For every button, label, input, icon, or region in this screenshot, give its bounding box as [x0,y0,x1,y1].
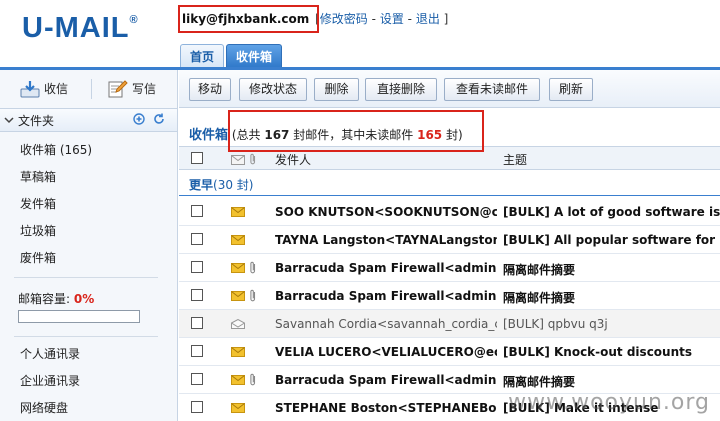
receive-icon [20,81,40,98]
refresh-button[interactable]: 刷新 [549,78,593,101]
change-password-link[interactable]: 修改密码 [320,12,368,26]
column-subject[interactable]: 主题 [503,151,527,168]
unread-envelope-icon [231,263,245,273]
table-row[interactable]: TAYNA Langston<TAYNALangston@ferguson [BU… [179,226,720,254]
paperclip-icon [250,373,256,386]
row-subject[interactable]: [BULK] A lot of good software is in diff… [503,205,720,219]
tab-home[interactable]: 首页 [180,44,225,68]
folder-junk[interactable]: 垃圾箱 [20,221,92,248]
row-checkbox[interactable] [191,345,203,357]
compose-icon [108,80,128,98]
folder-inbox[interactable]: 收件箱 (165) [20,140,92,167]
row-sender[interactable]: Barracuda Spam Firewall<admin@fuzhou [275,261,497,275]
table-row[interactable]: SOO KNUTSON<SOOKNUTSON@cavteleco [BULK] A… [179,198,720,226]
company-contacts-link[interactable]: 企业通讯录 [20,371,80,398]
table-row[interactable]: VELIA LUCERO<VELIALUCERO@eckellsparks [BU… [179,338,720,366]
sidebar-divider [14,336,158,337]
sidebar: 收信 写信 文件夹 收件箱 (165) 草稿箱 发件箱 垃圾箱 废件箱 邮箱容量… [0,70,178,421]
row-sender[interactable]: SOO KNUTSON<SOOKNUTSON@cavteleco [275,205,497,219]
tab-inbox[interactable]: 收件箱 [226,44,283,68]
move-button[interactable]: 移动 [189,78,231,101]
unread-envelope-icon [231,207,245,217]
group-divider [179,195,720,196]
row-subject[interactable]: 隔离邮件摘要 [503,373,720,390]
refresh-folders-icon[interactable] [153,113,165,125]
header-icons [231,153,257,168]
receive-button[interactable]: 收信 [20,78,68,100]
page-title: 收件箱 [189,128,229,143]
row-sender[interactable]: VELIA LUCERO<VELIALUCERO@eckellsparks [275,345,497,359]
summary-highlight-box [228,110,484,152]
read-envelope-icon [231,319,245,329]
row-subject[interactable]: [BULK] All popular software for PC and M… [503,233,720,247]
row-checkbox[interactable] [191,233,203,245]
folder-header[interactable]: 文件夹 [0,108,177,132]
sidebar-divider [14,277,158,278]
watermark: www.wooyun.org [508,390,710,415]
toolbar: 移动 修改状态 删除 直接删除 查看未读邮件 刷新 [179,70,720,108]
row-checkbox[interactable] [191,373,203,385]
row-sender[interactable]: Barracuda Spam Firewall<admin@fuzhou [275,373,497,387]
action-divider [91,79,92,99]
row-subject[interactable]: [BULK] qpbvu q3j [503,317,720,331]
unread-envelope-icon [231,347,245,357]
logo: U-MAIL® [22,12,139,44]
table-row[interactable]: Savannah Cordia<savannah_cordia_cc@ [BULK… [179,310,720,338]
logout-link[interactable]: 退出 [416,12,440,26]
row-subject[interactable]: [BULK] Knock-out discounts [503,345,720,359]
row-checkbox[interactable] [191,205,203,217]
add-folder-icon[interactable] [133,113,145,125]
row-sender[interactable]: Savannah Cordia<savannah_cordia_cc@ [275,317,497,331]
unread-envelope-icon [231,235,245,245]
extra-list: 个人通讯录 企业通讯录 网络硬盘 [20,344,80,421]
folder-list: 收件箱 (165) 草稿箱 发件箱 垃圾箱 废件箱 [20,140,92,275]
quota-label: 邮箱容量: 0% [18,292,95,306]
settings-link[interactable]: 设置 [380,12,404,26]
row-checkbox[interactable] [191,261,203,273]
folder-trash[interactable]: 废件箱 [20,248,92,275]
compose-button[interactable]: 写信 [108,78,156,100]
row-checkbox[interactable] [191,289,203,301]
tab-bar: 首页 收件箱 [180,44,284,68]
chevron-down-icon [4,117,14,124]
unread-envelope-icon [231,403,245,413]
paperclip-icon [250,261,256,274]
direct-delete-button[interactable]: 直接删除 [365,78,437,101]
table-row[interactable]: Barracuda Spam Firewall<admin@fuzhou 隔离邮件… [179,254,720,282]
mail-app: U-MAIL® liky@fjhxbank.com [修改密码 - 设置 - 退… [0,0,720,421]
row-sender[interactable]: TAYNA Langston<TAYNALangston@ferguson [275,233,497,247]
table-row[interactable]: Barracuda Spam Firewall<admin@fuzhou 隔离邮件… [179,282,720,310]
row-sender[interactable]: Barracuda Spam Firewall<admin@fuzhou [275,289,497,303]
unread-envelope-icon [231,291,245,301]
unread-envelope-icon [231,375,245,385]
network-disk-link[interactable]: 网络硬盘 [20,398,80,421]
view-unread-button[interactable]: 查看未读邮件 [444,78,540,101]
row-checkbox[interactable] [191,317,203,329]
paperclip-header-icon [250,153,255,165]
change-status-button[interactable]: 修改状态 [239,78,307,101]
envelope-header-icon [231,155,245,165]
delete-button[interactable]: 删除 [314,78,359,101]
folder-sent[interactable]: 发件箱 [20,194,92,221]
quota-bar [18,310,140,323]
folder-drafts[interactable]: 草稿箱 [20,167,92,194]
row-subject[interactable]: 隔离邮件摘要 [503,261,720,278]
personal-contacts-link[interactable]: 个人通讯录 [20,344,80,371]
row-sender[interactable]: STEPHANE Boston<STEPHANEBoston@ [275,401,497,415]
user-highlight-box [178,5,319,33]
paperclip-icon [250,289,256,302]
row-subject[interactable]: 隔离邮件摘要 [503,289,720,306]
column-sender[interactable]: 发件人 [275,151,311,168]
group-earlier[interactable]: 更早(30 封) [189,176,253,193]
select-all-checkbox[interactable] [191,152,203,164]
row-checkbox[interactable] [191,401,203,413]
